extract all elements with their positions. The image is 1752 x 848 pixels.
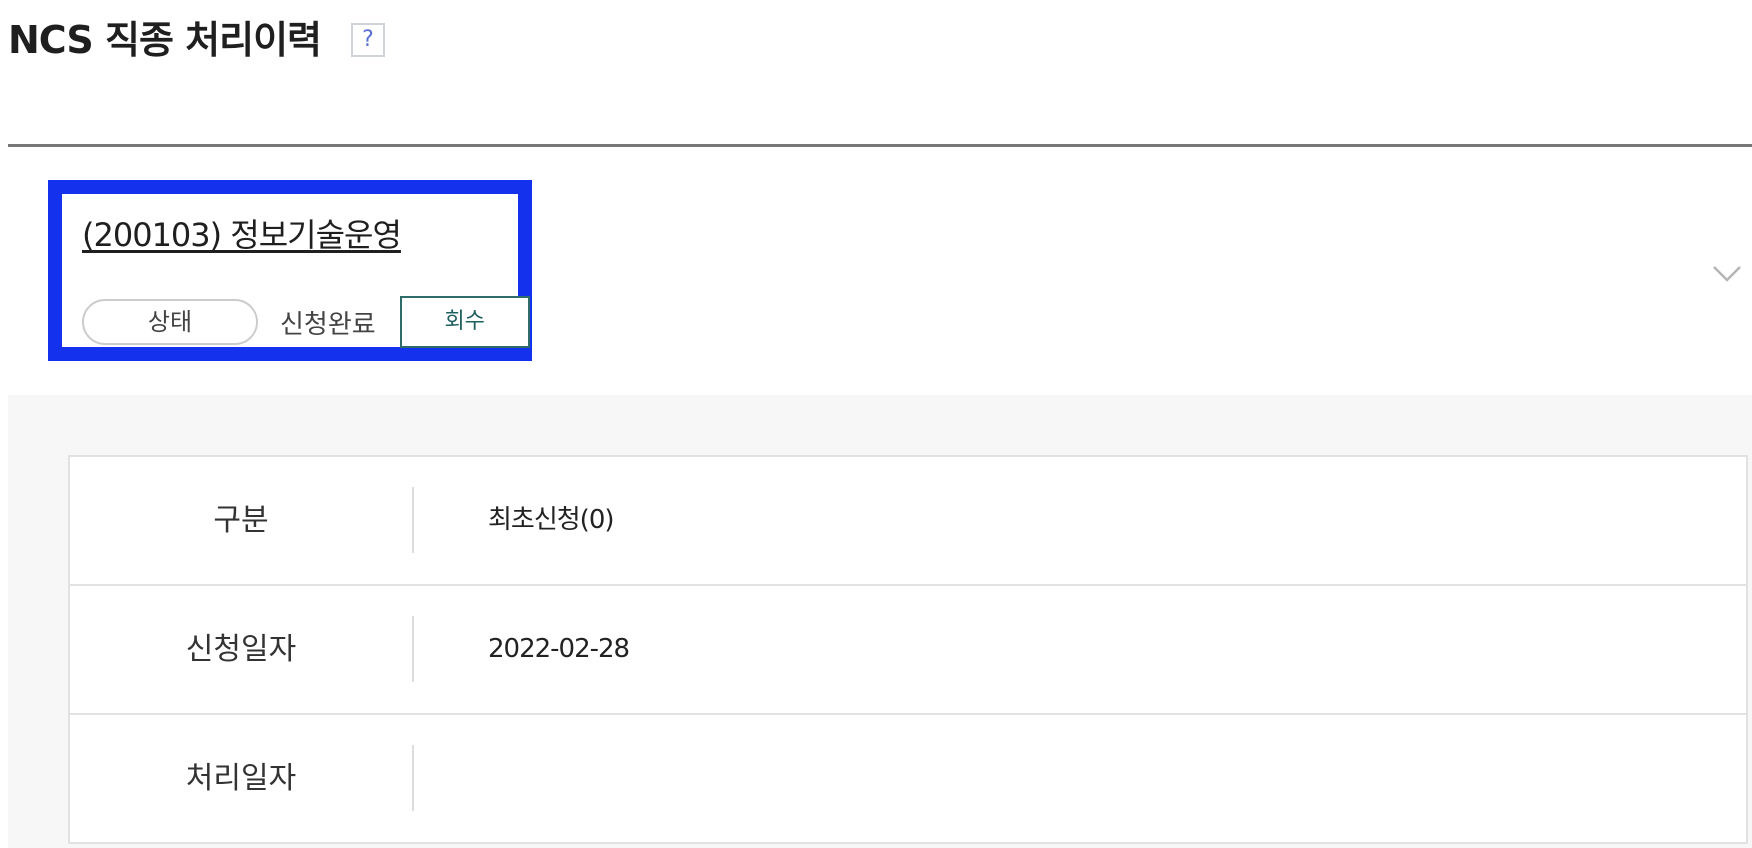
column-divider <box>412 616 414 682</box>
job-summary-card: (200103) 정보기술운영 상태 신청완료 회수 <box>48 180 532 361</box>
page-header: NCS 직종 처리이력 ? <box>8 10 385 70</box>
detail-panel: 구분 최초신청(0) 신청일자 2022-02-28 처리일자 <box>8 395 1752 848</box>
detail-label-type: 구분 <box>213 503 269 538</box>
chevron-down-icon[interactable] <box>1712 262 1742 286</box>
page-title: NCS 직종 처리이력 <box>8 18 322 62</box>
history-page: NCS 직종 처리이력 ? (200103) 정보기술운영 상태 신청완료 회수… <box>0 0 1752 848</box>
detail-row-apply-date: 신청일자 2022-02-28 <box>70 586 1746 715</box>
column-divider <box>412 745 414 811</box>
title-divider <box>8 144 1752 147</box>
job-title-link[interactable]: (200103) 정보기술운영 <box>82 210 402 256</box>
detail-label-process-date: 처리일자 <box>185 761 297 796</box>
status-label-badge: 상태 <box>82 299 258 345</box>
detail-label-apply-date: 신청일자 <box>185 632 297 667</box>
detail-row-type: 구분 최초신청(0) <box>70 457 1746 586</box>
help-icon[interactable]: ? <box>350 23 385 57</box>
status-value: 신청완료 <box>280 309 376 340</box>
detail-value-type: 최초신청(0) <box>488 505 615 535</box>
detail-row-process-date: 처리일자 <box>70 715 1746 842</box>
column-divider <box>412 487 414 553</box>
withdraw-button[interactable]: 회수 <box>399 296 530 348</box>
detail-table: 구분 최초신청(0) 신청일자 2022-02-28 처리일자 <box>68 455 1748 844</box>
detail-value-apply-date: 2022-02-28 <box>488 634 630 664</box>
status-row: 상태 신청완료 회수 <box>82 296 530 348</box>
